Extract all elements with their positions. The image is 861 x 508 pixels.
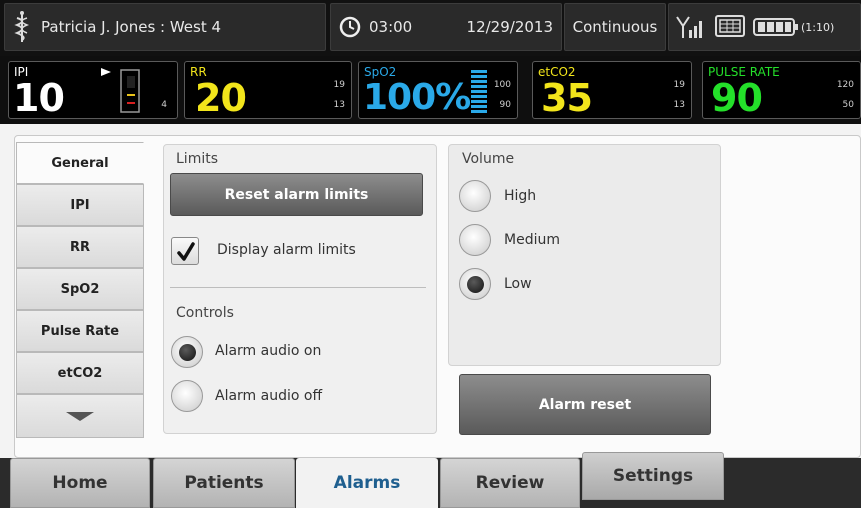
volume-low-label: Low [504, 276, 532, 292]
nav-settings[interactable]: Settings [582, 452, 724, 500]
alarm-audio-off-radio[interactable] [171, 380, 203, 412]
volume-high-label: High [504, 188, 537, 204]
pulse-rate-value: 90 [711, 76, 763, 120]
patient-banner[interactable]: Patricia J. Jones : West 4 [4, 3, 326, 51]
spo2-tile[interactable]: SpO2 100% 100 90 [358, 61, 518, 119]
tab-spo2[interactable]: SpO2 [16, 268, 144, 310]
section-divider [170, 287, 426, 288]
vitals-strip: IPI 10 4 RR 20 19 13 SpO2 100% 100 90 et… [0, 56, 861, 124]
etco2-high-limit: 19 [673, 80, 685, 90]
nav-patients[interactable]: Patients [153, 458, 295, 508]
etco2-low-limit: 13 [673, 100, 685, 110]
nav-alarms[interactable]: Alarms [296, 458, 438, 508]
battery-icon [753, 18, 798, 36]
volume-group [448, 144, 721, 366]
patient-name: Patricia J. Jones : West 4 [41, 18, 222, 36]
chevron-down-icon [66, 411, 94, 421]
signal-strength-icon [676, 16, 702, 38]
nav-review[interactable]: Review [440, 458, 580, 508]
volume-title: Volume [462, 151, 515, 167]
rr-high-limit: 19 [333, 80, 345, 90]
spo2-value: 100% [363, 77, 471, 118]
volume-medium-label: Medium [504, 232, 560, 248]
pulse-rate-tile[interactable]: PULSE RATE 90 120 50 [702, 61, 861, 120]
volume-high-radio[interactable] [459, 180, 491, 212]
reset-alarm-limits-button[interactable]: Reset alarm limits [170, 173, 423, 216]
alarms-content: General IPI RR SpO2 Pulse Rate etCO2 Lim… [0, 124, 861, 458]
controls-title: Controls [176, 305, 234, 321]
caduceus-icon [14, 11, 30, 42]
pulse-rate-high-limit: 120 [836, 80, 854, 90]
clock-banner[interactable]: 03:00 12/29/2013 [330, 3, 562, 51]
status-bar: Patricia J. Jones : West 4 03:00 12/29/2… [0, 0, 861, 56]
volume-low-radio[interactable] [459, 268, 491, 300]
ipi-index-bar [101, 68, 140, 113]
etco2-tile[interactable]: etCO2 35 19 13 [532, 61, 692, 120]
ipi-low-limit: 4 [161, 100, 167, 110]
mode-label: Continuous [572, 18, 658, 36]
date-label: 12/29/2013 [466, 18, 553, 36]
display-alarm-limits-label: Display alarm limits [217, 242, 356, 258]
clock-time: 03:00 [369, 18, 413, 36]
etco2-value: 35 [541, 76, 593, 120]
rr-low-limit: 13 [333, 100, 345, 110]
rr-tile[interactable]: RR 20 19 13 [184, 61, 352, 120]
rr-value: 20 [195, 76, 247, 120]
system-icons: (1:10) [668, 3, 861, 51]
alarm-audio-off-label: Alarm audio off [215, 388, 323, 404]
clock-icon [339, 16, 361, 38]
volume-medium-radio[interactable] [459, 224, 491, 256]
tab-ipi[interactable]: IPI [16, 184, 144, 226]
monitor-mode[interactable]: Continuous [564, 3, 666, 51]
alarm-reset-button[interactable]: Alarm reset [459, 374, 711, 435]
spo2-low-limit: 90 [499, 100, 511, 110]
tab-etco2[interactable]: etCO2 [16, 352, 144, 394]
display-alarm-limits-checkbox[interactable] [171, 237, 199, 265]
ipi-tile[interactable]: IPI 10 4 [8, 61, 178, 120]
spo2-pleth-bar [471, 70, 487, 113]
battery-time: (1:10) [801, 20, 835, 34]
alarm-audio-on-label: Alarm audio on [215, 343, 322, 359]
network-device-icon [715, 15, 745, 37]
pulse-rate-low-limit: 50 [842, 100, 854, 110]
tab-general[interactable]: General [16, 142, 144, 184]
spo2-high-limit: 100 [493, 80, 511, 90]
tab-rr[interactable]: RR [16, 226, 144, 268]
alarm-audio-on-radio[interactable] [171, 336, 203, 368]
scroll-down-button[interactable] [16, 394, 144, 438]
ipi-value: 10 [13, 76, 65, 120]
tab-pulse-rate[interactable]: Pulse Rate [16, 310, 144, 352]
bottom-nav: Home Patients Alarms Review Settings [0, 452, 861, 508]
nav-home[interactable]: Home [10, 458, 150, 508]
parameter-tabs: General IPI RR SpO2 Pulse Rate etCO2 [16, 142, 144, 438]
checkmark-icon [177, 242, 195, 261]
limits-title: Limits [176, 151, 218, 167]
